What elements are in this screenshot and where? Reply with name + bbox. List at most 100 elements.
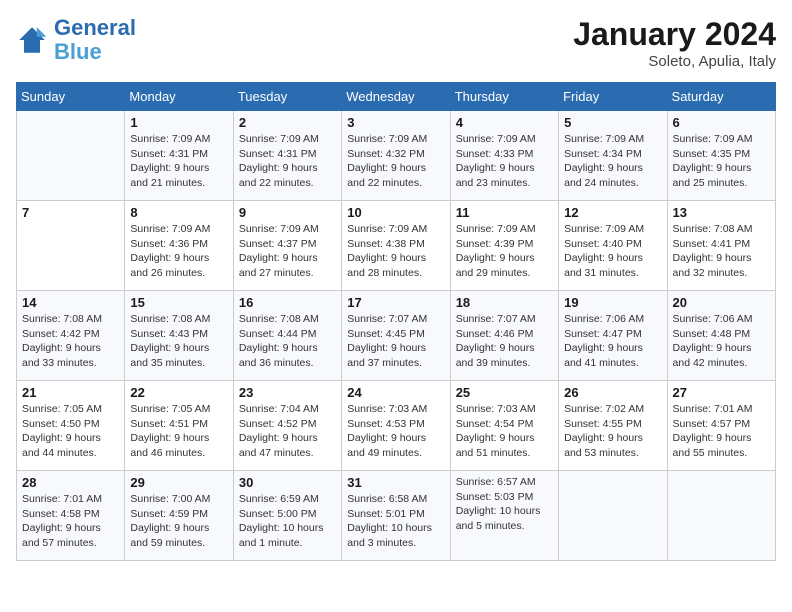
- day-info: Sunrise: 7:09 AM Sunset: 4:40 PM Dayligh…: [564, 222, 661, 281]
- day-number: 7: [22, 205, 119, 220]
- day-info: Sunrise: 7:09 AM Sunset: 4:38 PM Dayligh…: [347, 222, 444, 281]
- day-info: Sunrise: 7:05 AM Sunset: 4:51 PM Dayligh…: [130, 402, 227, 461]
- logo-icon: [16, 24, 48, 56]
- day-number: 25: [456, 385, 553, 400]
- header-wednesday: Wednesday: [342, 83, 450, 111]
- day-info: Sunrise: 7:06 AM Sunset: 4:47 PM Dayligh…: [564, 312, 661, 371]
- calendar-cell: 9 Sunrise: 7:09 AM Sunset: 4:37 PM Daylig…: [233, 201, 341, 291]
- day-info: Sunrise: 7:05 AM Sunset: 4:50 PM Dayligh…: [22, 402, 119, 461]
- day-number: 17: [347, 295, 444, 310]
- day-number: 24: [347, 385, 444, 400]
- day-info: Sunrise: 7:07 AM Sunset: 4:45 PM Dayligh…: [347, 312, 444, 371]
- day-number: 13: [673, 205, 770, 220]
- calendar-cell: 2 Sunrise: 7:09 AM Sunset: 4:31 PM Daylig…: [233, 111, 341, 201]
- day-number: 16: [239, 295, 336, 310]
- calendar-week-3: 14 Sunrise: 7:08 AM Sunset: 4:42 PM Dayli…: [17, 291, 776, 381]
- day-number: 22: [130, 385, 227, 400]
- header-monday: Monday: [125, 83, 233, 111]
- logo: General Blue: [16, 16, 136, 64]
- calendar-cell: 26 Sunrise: 7:02 AM Sunset: 4:55 PM Dayli…: [559, 381, 667, 471]
- calendar-cell: 10Sunrise: 7:09 AM Sunset: 4:38 PM Dayli…: [342, 201, 450, 291]
- day-number: 1: [130, 115, 227, 130]
- day-number: 29: [130, 475, 227, 490]
- day-number: 8: [130, 205, 227, 220]
- day-info: Sunrise: 7:09 AM Sunset: 4:33 PM Dayligh…: [456, 132, 553, 191]
- calendar-cell: 22 Sunrise: 7:05 AM Sunset: 4:51 PM Dayli…: [125, 381, 233, 471]
- calendar-cell: 17 Sunrise: 7:07 AM Sunset: 4:45 PM Dayli…: [342, 291, 450, 381]
- calendar-cell: Sunrise: 6:57 AM Sunset: 5:03 PM Dayligh…: [450, 471, 558, 561]
- calendar-cell: 31Sunrise: 6:58 AM Sunset: 5:01 PM Dayli…: [342, 471, 450, 561]
- day-number: 26: [564, 385, 661, 400]
- day-info: Sunrise: 7:01 AM Sunset: 4:58 PM Dayligh…: [22, 492, 119, 551]
- calendar-table: SundayMondayTuesdayWednesdayThursdayFrid…: [16, 82, 776, 561]
- calendar-cell: 6 Sunrise: 7:09 AM Sunset: 4:35 PM Daylig…: [667, 111, 775, 201]
- day-number: 27: [673, 385, 770, 400]
- day-info: Sunrise: 7:09 AM Sunset: 4:32 PM Dayligh…: [347, 132, 444, 191]
- day-info: Sunrise: 7:09 AM Sunset: 4:31 PM Dayligh…: [239, 132, 336, 191]
- day-number: 9: [239, 205, 336, 220]
- calendar-cell: 7: [17, 201, 125, 291]
- calendar-cell: 12 Sunrise: 7:09 AM Sunset: 4:40 PM Dayli…: [559, 201, 667, 291]
- calendar-cell: 8 Sunrise: 7:09 AM Sunset: 4:36 PM Daylig…: [125, 201, 233, 291]
- calendar-cell: 11 Sunrise: 7:09 AM Sunset: 4:39 PM Dayli…: [450, 201, 558, 291]
- calendar-subtitle: Soleto, Apulia, Italy: [573, 53, 776, 70]
- calendar-week-2: 78 Sunrise: 7:09 AM Sunset: 4:36 PM Dayli…: [17, 201, 776, 291]
- day-number: 23: [239, 385, 336, 400]
- calendar-cell: 3 Sunrise: 7:09 AM Sunset: 4:32 PM Daylig…: [342, 111, 450, 201]
- calendar-cell: 14 Sunrise: 7:08 AM Sunset: 4:42 PM Dayli…: [17, 291, 125, 381]
- logo-line1: General: [54, 15, 136, 40]
- calendar-week-5: 28Sunrise: 7:01 AM Sunset: 4:58 PM Dayli…: [17, 471, 776, 561]
- header-sunday: Sunday: [17, 83, 125, 111]
- calendar-cell: 13 Sunrise: 7:08 AM Sunset: 4:41 PM Dayli…: [667, 201, 775, 291]
- day-info: Sunrise: 7:09 AM Sunset: 4:37 PM Dayligh…: [239, 222, 336, 281]
- day-info: Sunrise: 7:09 AM Sunset: 4:34 PM Dayligh…: [564, 132, 661, 191]
- day-info: Sunrise: 7:08 AM Sunset: 4:41 PM Dayligh…: [673, 222, 770, 281]
- day-number: 4: [456, 115, 553, 130]
- header-thursday: Thursday: [450, 83, 558, 111]
- calendar-cell: 30 Sunrise: 6:59 AM Sunset: 5:00 PM Dayli…: [233, 471, 341, 561]
- day-number: 14: [22, 295, 119, 310]
- calendar-cell: 19 Sunrise: 7:06 AM Sunset: 4:47 PM Dayli…: [559, 291, 667, 381]
- day-number: 31: [347, 475, 444, 490]
- calendar-cell: 4 Sunrise: 7:09 AM Sunset: 4:33 PM Daylig…: [450, 111, 558, 201]
- day-info: Sunrise: 7:07 AM Sunset: 4:46 PM Dayligh…: [456, 312, 553, 371]
- calendar-week-1: 1 Sunrise: 7:09 AM Sunset: 4:31 PM Daylig…: [17, 111, 776, 201]
- day-info: Sunrise: 7:00 AM Sunset: 4:59 PM Dayligh…: [130, 492, 227, 551]
- day-number: 3: [347, 115, 444, 130]
- calendar-cell: 18 Sunrise: 7:07 AM Sunset: 4:46 PM Dayli…: [450, 291, 558, 381]
- day-info: Sunrise: 7:09 AM Sunset: 4:36 PM Dayligh…: [130, 222, 227, 281]
- day-info: Sunrise: 7:02 AM Sunset: 4:55 PM Dayligh…: [564, 402, 661, 461]
- calendar-header-row: SundayMondayTuesdayWednesdayThursdayFrid…: [17, 83, 776, 111]
- day-number: 5: [564, 115, 661, 130]
- calendar-cell: 24Sunrise: 7:03 AM Sunset: 4:53 PM Dayli…: [342, 381, 450, 471]
- day-info: Sunrise: 7:09 AM Sunset: 4:35 PM Dayligh…: [673, 132, 770, 191]
- day-number: 21: [22, 385, 119, 400]
- calendar-cell: 5 Sunrise: 7:09 AM Sunset: 4:34 PM Daylig…: [559, 111, 667, 201]
- page-header: General Blue January 2024 Soleto, Apulia…: [16, 16, 776, 70]
- header-saturday: Saturday: [667, 83, 775, 111]
- day-info: Sunrise: 7:04 AM Sunset: 4:52 PM Dayligh…: [239, 402, 336, 461]
- header-tuesday: Tuesday: [233, 83, 341, 111]
- day-number: 19: [564, 295, 661, 310]
- day-number: 11: [456, 205, 553, 220]
- day-info: Sunrise: 7:06 AM Sunset: 4:48 PM Dayligh…: [673, 312, 770, 371]
- day-number: 30: [239, 475, 336, 490]
- day-info: Sunrise: 7:09 AM Sunset: 4:39 PM Dayligh…: [456, 222, 553, 281]
- calendar-cell: [667, 471, 775, 561]
- day-number: 20: [673, 295, 770, 310]
- calendar-cell: 16Sunrise: 7:08 AM Sunset: 4:44 PM Dayli…: [233, 291, 341, 381]
- calendar-cell: 25Sunrise: 7:03 AM Sunset: 4:54 PM Dayli…: [450, 381, 558, 471]
- day-number: 6: [673, 115, 770, 130]
- day-number: 2: [239, 115, 336, 130]
- day-info: Sunrise: 6:57 AM Sunset: 5:03 PM Dayligh…: [456, 475, 553, 534]
- calendar-cell: 20 Sunrise: 7:06 AM Sunset: 4:48 PM Dayli…: [667, 291, 775, 381]
- calendar-title: January 2024: [573, 16, 776, 53]
- day-number: 12: [564, 205, 661, 220]
- day-info: Sunrise: 7:08 AM Sunset: 4:42 PM Dayligh…: [22, 312, 119, 371]
- calendar-cell: 15Sunrise: 7:08 AM Sunset: 4:43 PM Dayli…: [125, 291, 233, 381]
- day-number: 18: [456, 295, 553, 310]
- day-info: Sunrise: 7:08 AM Sunset: 4:43 PM Dayligh…: [130, 312, 227, 371]
- day-info: Sunrise: 6:59 AM Sunset: 5:00 PM Dayligh…: [239, 492, 336, 551]
- day-info: Sunrise: 7:09 AM Sunset: 4:31 PM Dayligh…: [130, 132, 227, 191]
- day-info: Sunrise: 7:01 AM Sunset: 4:57 PM Dayligh…: [673, 402, 770, 461]
